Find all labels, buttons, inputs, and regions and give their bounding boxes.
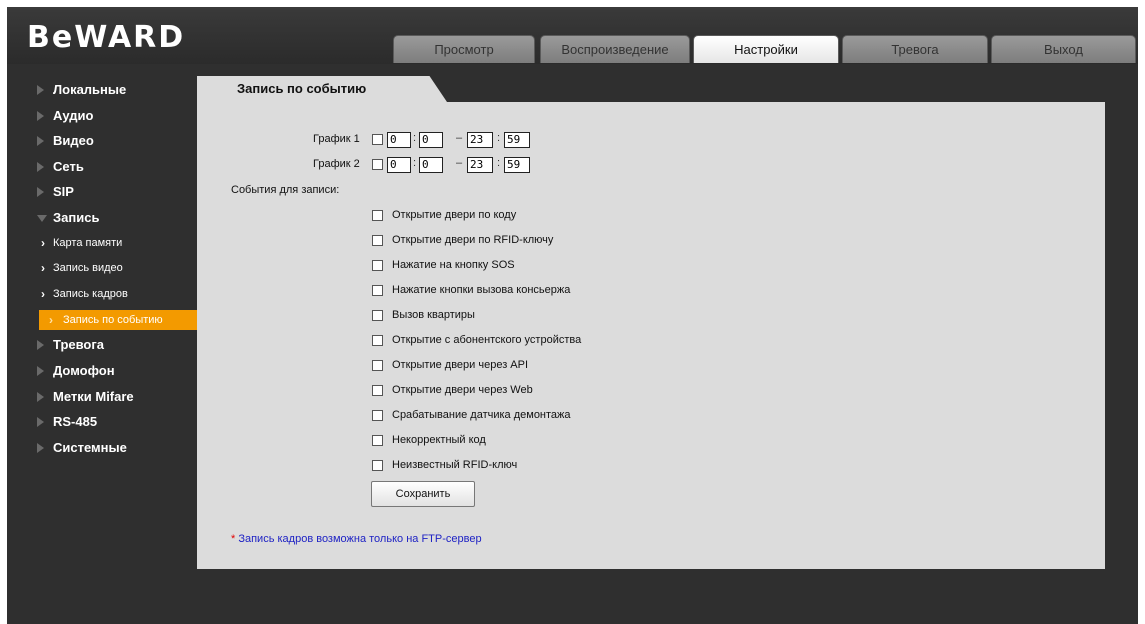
event-label: Неизвестный RFID-ключ — [392, 459, 518, 471]
chevron-right-icon: › — [49, 313, 53, 328]
colon-separator: : — [497, 132, 501, 144]
event-checkbox[interactable] — [372, 210, 383, 221]
sidebar-subitem-video-recording[interactable]: › Запись видео — [37, 256, 202, 282]
triangle-right-icon — [37, 365, 44, 376]
schedule1-to-minute-input[interactable]: 59 — [504, 132, 530, 148]
logo: BeWARD — [27, 20, 186, 55]
sidebar-item-rs485[interactable]: RS-485 — [37, 409, 202, 435]
tab-view[interactable]: Просмотр — [393, 35, 535, 63]
note-asterisk: * — [231, 533, 236, 545]
event-label: Открытие двери через API — [392, 359, 529, 371]
tab-settings[interactable]: Настройки — [693, 35, 839, 63]
schedule1-from-hour-input[interactable]: 0 — [387, 132, 411, 148]
event-checkbox[interactable] — [372, 235, 383, 246]
schedule2-from-minute-input[interactable]: 0 — [419, 157, 443, 173]
sidebar-subitem-event-recording[interactable]: › Запись по событию — [39, 310, 202, 331]
sidebar-subitem-memory-card[interactable]: › Карта памяти — [37, 231, 202, 257]
schedule2-to-minute-input[interactable]: 59 — [504, 157, 530, 173]
chevron-right-icon: › — [41, 286, 45, 301]
save-button[interactable]: Сохранить — [371, 481, 475, 507]
event-checkbox[interactable] — [372, 410, 383, 421]
event-checkbox[interactable] — [372, 435, 383, 446]
event-label: Срабатывание датчика демонтажа — [392, 409, 571, 421]
colon-separator: : — [497, 157, 501, 169]
sidebar-item-alarm[interactable]: Тревога — [37, 332, 202, 358]
schedule1-to-hour-input[interactable]: 23 — [467, 132, 493, 148]
ftp-note: * Запись кадров возможна только на FTP-с… — [231, 533, 482, 545]
event-checkbox[interactable] — [372, 385, 383, 396]
event-label: Открытие двери через Web — [392, 384, 533, 396]
colon-separator: : — [413, 132, 417, 144]
event-checkbox[interactable] — [372, 310, 383, 321]
event-label: Нажатие на кнопку SOS — [392, 259, 515, 271]
schedule2-to-hour-input[interactable]: 23 — [467, 157, 493, 173]
chevron-right-icon: › — [41, 261, 45, 276]
app-frame: BeWARD Просмотр Воспроизведение Настройк… — [7, 7, 1138, 624]
schedule2-checkbox[interactable] — [372, 159, 383, 170]
sidebar-item-system[interactable]: Системные — [37, 435, 202, 461]
triangle-right-icon — [37, 136, 44, 147]
sidebar-item-mifare[interactable]: Метки Mifare — [37, 384, 202, 410]
event-checkbox[interactable] — [372, 285, 383, 296]
tab-playback[interactable]: Воспроизведение — [540, 35, 690, 63]
sidebar-item-local[interactable]: Локальные — [37, 77, 202, 103]
triangle-right-icon — [37, 161, 44, 172]
schedule1-from-minute-input[interactable]: 0 — [419, 132, 443, 148]
dash-separator: – — [456, 157, 463, 169]
triangle-right-icon — [37, 110, 44, 121]
event-checkbox[interactable] — [372, 460, 383, 471]
event-label: Вызов квартиры — [392, 309, 475, 321]
event-label: Нажатие кнопки вызова консьержа — [392, 284, 571, 296]
event-label: Открытие двери по коду — [392, 209, 517, 221]
schedule2-label: График 2 — [313, 158, 360, 170]
triangle-right-icon — [37, 187, 44, 198]
note-text: Запись кадров возможна только на FTP-сер… — [238, 533, 482, 545]
triangle-right-icon — [37, 417, 44, 428]
sidebar-item-sip[interactable]: SIP — [37, 179, 202, 205]
tab-exit[interactable]: Выход — [991, 35, 1136, 63]
triangle-right-icon — [37, 442, 44, 453]
events-label: События для записи: — [231, 184, 340, 196]
event-label: Открытие с абонентского устройства — [392, 334, 582, 346]
panel-title: Запись по событию — [197, 76, 447, 102]
triangle-right-icon — [37, 391, 44, 402]
event-checkbox[interactable] — [372, 335, 383, 346]
sidebar: Локальные Аудио Видео Сеть SIP Запись › К… — [37, 77, 202, 460]
event-label: Открытие двери по RFID-ключу — [392, 234, 554, 246]
sidebar-item-recording[interactable]: Запись — [37, 205, 202, 231]
sidebar-item-network[interactable]: Сеть — [37, 154, 202, 180]
colon-separator: : — [413, 157, 417, 169]
schedule1-checkbox[interactable] — [372, 134, 383, 145]
dash-separator: – — [456, 132, 463, 144]
chevron-right-icon: › — [41, 235, 45, 250]
event-checkbox[interactable] — [372, 260, 383, 271]
triangle-right-icon — [37, 85, 44, 95]
sidebar-item-video[interactable]: Видео — [37, 128, 202, 154]
sidebar-subitem-frame-recording[interactable]: › Запись кадров — [37, 282, 202, 308]
event-recording-panel: График 1 0 : 0 – 23 : 59 График 2 0 : 0 … — [197, 102, 1105, 569]
sidebar-item-intercom[interactable]: Домофон — [37, 358, 202, 384]
triangle-right-icon — [37, 340, 44, 351]
triangle-down-icon — [37, 214, 47, 222]
schedule1-label: График 1 — [313, 133, 360, 145]
sidebar-item-audio[interactable]: Аудио — [37, 103, 202, 129]
event-checkbox[interactable] — [372, 360, 383, 371]
tab-alarm[interactable]: Тревога — [842, 35, 988, 63]
header: BeWARD Просмотр Воспроизведение Настройк… — [7, 7, 1138, 64]
event-label: Некорректный код — [392, 434, 486, 446]
schedule2-from-hour-input[interactable]: 0 — [387, 157, 411, 173]
